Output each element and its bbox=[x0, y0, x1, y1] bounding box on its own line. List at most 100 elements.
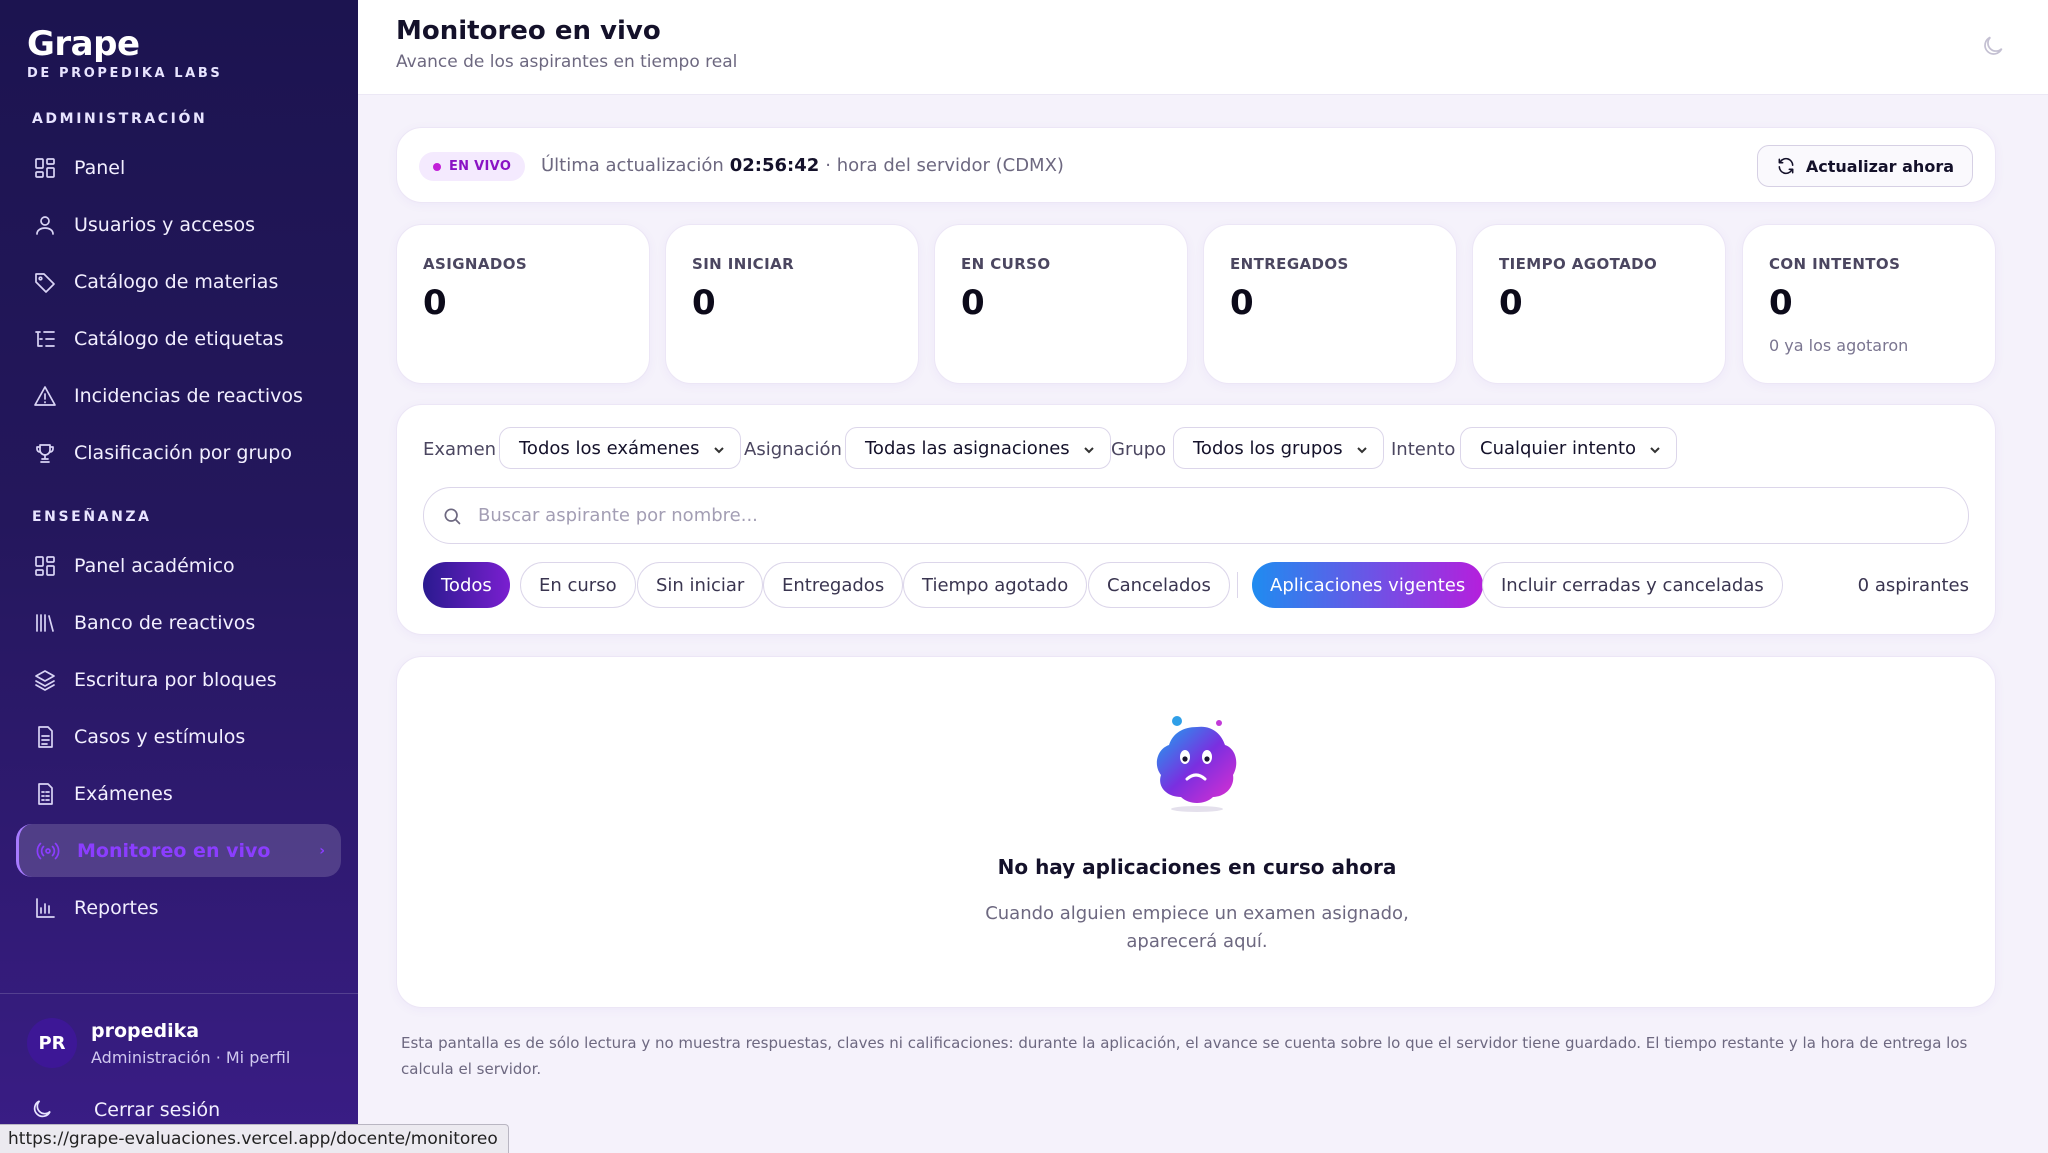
sidebar-item-label: Clasificación por grupo bbox=[74, 441, 292, 464]
stat-label: SIN INICIAR bbox=[692, 255, 795, 273]
last-update-time: 02:56:42 bbox=[729, 155, 820, 176]
attempt-select[interactable]: Cualquier intento bbox=[1460, 427, 1678, 469]
status-bar-url: https://grape-evaluaciones.vercel.app/do… bbox=[0, 1124, 509, 1153]
sidebar-item-examenes[interactable]: Exámenes bbox=[16, 767, 341, 820]
live-badge: EN VIVO bbox=[419, 152, 526, 181]
chip-sin-iniciar[interactable]: Sin iniciar bbox=[637, 562, 764, 608]
stat-card-tiempo-agotado: TIEMPO AGOTADO 0 bbox=[1472, 224, 1726, 384]
layers-icon bbox=[32, 667, 58, 693]
section-label-teaching: ENSEÑANZA bbox=[32, 509, 152, 525]
last-update-prefix: Última actualización bbox=[541, 155, 724, 176]
user-role: Administración · Mi perfil bbox=[91, 1047, 291, 1067]
stat-card-sin-iniciar: SIN INICIAR 0 bbox=[665, 224, 919, 384]
sidebar-item-label: Panel académico bbox=[74, 554, 235, 577]
sidebar-item-escritura[interactable]: Escritura por bloques bbox=[16, 653, 341, 706]
sidebar-item-label: Reportes bbox=[74, 896, 159, 919]
stat-value: 0 bbox=[692, 283, 716, 323]
sidebar-item-panel[interactable]: Panel bbox=[16, 141, 341, 194]
logout-label: Cerrar sesión bbox=[94, 1099, 221, 1121]
warning-icon bbox=[32, 383, 58, 409]
sidebar-item-label: Usuarios y accesos bbox=[74, 213, 256, 236]
assignment-select-value: Todas las asignaciones bbox=[865, 437, 1070, 459]
sidebar-item-monitoreo[interactable]: Monitoreo en vivo › bbox=[16, 824, 341, 877]
live-badge-label: EN VIVO bbox=[449, 159, 512, 174]
stat-value: 0 bbox=[1499, 283, 1523, 323]
tag-icon bbox=[32, 269, 58, 295]
sidebar-item-label: Catálogo de materias bbox=[74, 270, 279, 293]
theme-toggle-button[interactable] bbox=[1980, 33, 2008, 61]
exam-icon bbox=[32, 781, 58, 807]
stat-card-asignados: ASIGNADOS 0 bbox=[396, 224, 650, 384]
stat-card-entregados: ENTREGADOS 0 bbox=[1203, 224, 1457, 384]
moon-icon bbox=[30, 1097, 56, 1123]
sidebar-item-casos[interactable]: Casos y estímulos bbox=[16, 710, 341, 763]
chip-incluir-cerradas[interactable]: Incluir cerradas y canceladas bbox=[1482, 562, 1783, 608]
assignment-select[interactable]: Todas las asignaciones bbox=[845, 427, 1111, 469]
brand-logo[interactable]: Grape DE PROPEDIKA LABS bbox=[27, 24, 222, 81]
group-filter-label: Grupo bbox=[1111, 439, 1167, 460]
chip-en-curso[interactable]: En curso bbox=[520, 562, 636, 608]
sidebar-item-usuarios[interactable]: Usuarios y accesos bbox=[16, 198, 341, 251]
sidebar-item-clasificacion[interactable]: Clasificación por grupo bbox=[16, 426, 341, 479]
sidebar-item-etiquetas[interactable]: Catálogo de etiquetas bbox=[16, 312, 341, 365]
refresh-now-button[interactable]: Actualizar ahora bbox=[1756, 145, 1973, 187]
footnote: Esta pantalla es de sólo lectura y no mu… bbox=[401, 1034, 1968, 1078]
stat-note: 0 ya los agotaron bbox=[1769, 336, 1909, 355]
stat-label: ASIGNADOS bbox=[423, 255, 528, 273]
chip-entregados[interactable]: Entregados bbox=[763, 562, 904, 608]
group-select[interactable]: Todos los grupos bbox=[1173, 427, 1384, 469]
sidebar-item-label: Monitoreo en vivo bbox=[77, 839, 271, 862]
applicant-count: 0 aspirantes bbox=[1857, 575, 1969, 596]
search-field[interactable] bbox=[423, 487, 1969, 544]
empty-state-title: No hay aplicaciones en curso ahora bbox=[997, 855, 1397, 879]
header: Monitoreo en vivo Avance de los aspirant… bbox=[358, 0, 2048, 95]
refresh-icon bbox=[1778, 157, 1794, 175]
sidebar-item-reportes[interactable]: Reportes bbox=[16, 881, 341, 934]
dashboard-icon bbox=[32, 553, 58, 579]
filters-panel: Examen Todos los exámenes Asignación Tod… bbox=[396, 404, 1996, 635]
attempt-select-value: Cualquier intento bbox=[1480, 437, 1637, 459]
exam-filter-label: Examen bbox=[423, 439, 497, 460]
live-status-bar: EN VIVO Última actualización 02:56:42 · … bbox=[396, 127, 1996, 203]
sidebar-item-label: Panel bbox=[74, 156, 126, 179]
user-profile[interactable]: PR propedika Administración · Mi perfil bbox=[27, 1018, 290, 1068]
logout-button[interactable]: Cerrar sesión bbox=[30, 1097, 220, 1123]
sidebar-item-label: Incidencias de reactivos bbox=[74, 384, 303, 407]
moon-icon bbox=[1984, 36, 2003, 55]
brand-title: Grape bbox=[27, 24, 140, 64]
sidebar-item-incidencias[interactable]: Incidencias de reactivos bbox=[16, 369, 341, 422]
last-update-suffix: · hora del servidor (CDMX) bbox=[825, 155, 1064, 176]
broadcast-icon bbox=[35, 838, 61, 864]
stat-label: EN CURSO bbox=[961, 255, 1051, 273]
search-input[interactable] bbox=[478, 505, 1878, 526]
sidebar-item-panel-academico[interactable]: Panel académico bbox=[16, 539, 341, 592]
stat-label: ENTREGADOS bbox=[1230, 255, 1349, 273]
chevron-down-icon bbox=[1355, 441, 1369, 455]
section-label-admin: ADMINISTRACIÓN bbox=[32, 111, 208, 127]
sidebar-item-banco[interactable]: Banco de reactivos bbox=[16, 596, 341, 649]
sidebar-divider bbox=[0, 993, 358, 994]
page-subtitle: Avance de los aspirantes en tiempo real bbox=[396, 52, 738, 72]
search-icon bbox=[444, 507, 461, 524]
refresh-now-label: Actualizar ahora bbox=[1805, 156, 1954, 176]
sidebar-item-label: Exámenes bbox=[74, 782, 173, 805]
stat-value: 0 bbox=[1230, 283, 1254, 323]
exam-select[interactable]: Todos los exámenes bbox=[499, 427, 741, 469]
chevron-down-icon bbox=[1082, 441, 1096, 455]
document-icon bbox=[32, 724, 58, 750]
chevron-right-icon: › bbox=[319, 842, 325, 859]
chip-cancelados[interactable]: Cancelados bbox=[1088, 562, 1230, 608]
stat-card-en-curso: EN CURSO 0 bbox=[934, 224, 1188, 384]
dashboard-icon bbox=[32, 155, 58, 181]
sidebar-item-materias[interactable]: Catálogo de materias bbox=[16, 255, 341, 308]
chevron-down-icon bbox=[1648, 441, 1662, 455]
sidebar: Grape DE PROPEDIKA LABS ADMINISTRACIÓN P… bbox=[0, 0, 358, 1153]
brand-subtitle: DE PROPEDIKA LABS bbox=[27, 66, 223, 81]
empty-state-text: Cuando alguien empiece un examen asignad… bbox=[985, 903, 1409, 952]
library-icon bbox=[32, 610, 58, 636]
chip-todos[interactable]: Todos bbox=[423, 562, 510, 608]
chip-tiempo-agotado[interactable]: Tiempo agotado bbox=[903, 562, 1088, 608]
chip-aplicaciones-vigentes[interactable]: Aplicaciones vigentes bbox=[1252, 562, 1484, 608]
stat-value: 0 bbox=[961, 283, 985, 323]
stat-value: 0 bbox=[1769, 283, 1793, 323]
